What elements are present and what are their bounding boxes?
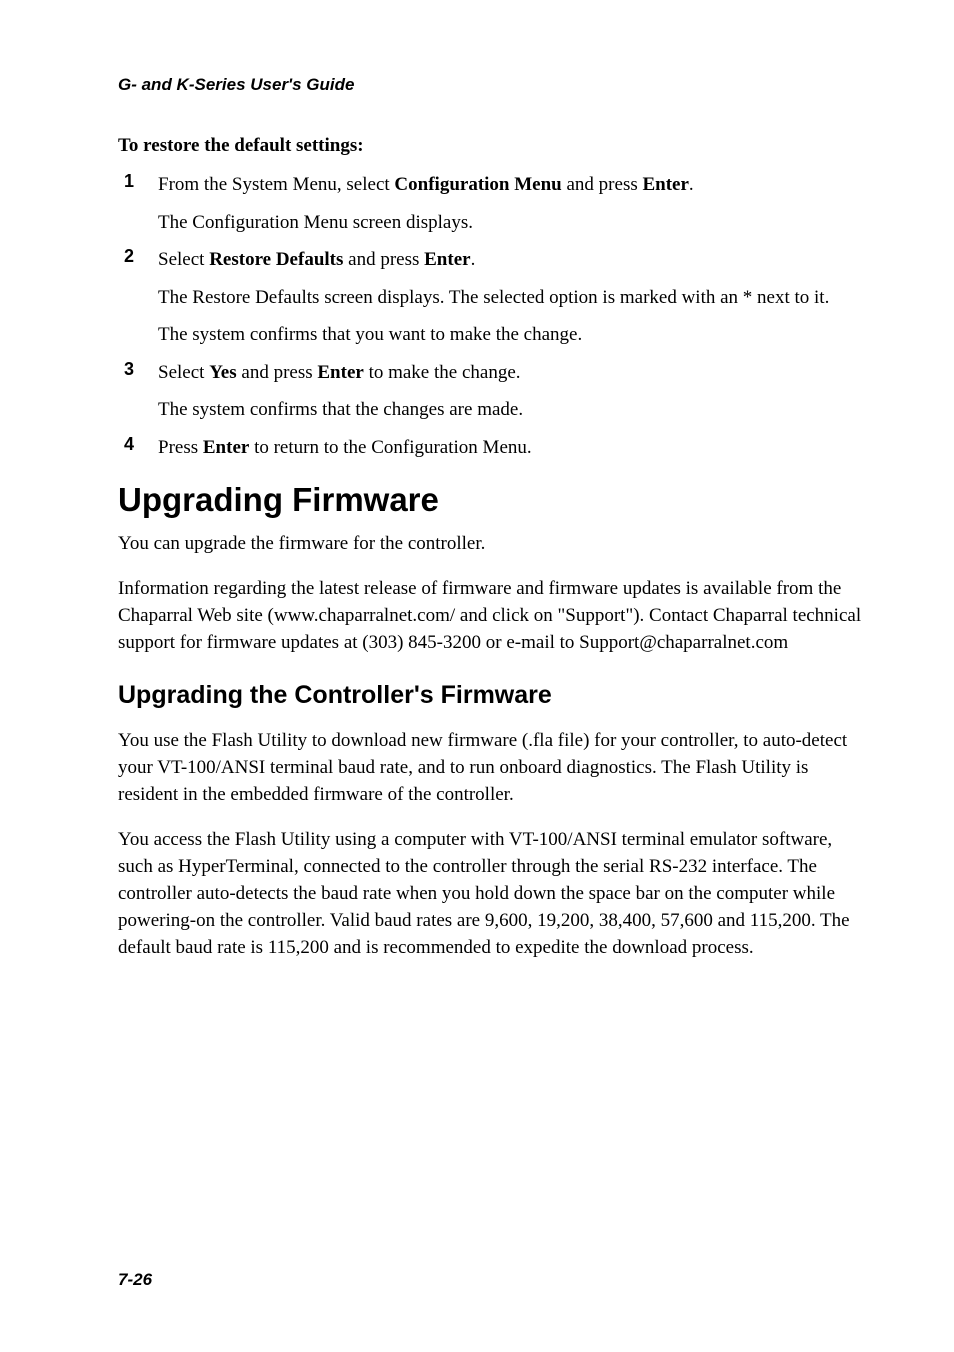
step-list: 1From the System Menu, select Configurat… [118, 171, 869, 461]
step-item: 3Select Yes and press Enter to make the … [118, 359, 869, 424]
step-line: The system confirms that you want to mak… [158, 321, 869, 349]
step-number: 3 [118, 359, 158, 424]
step-item: 1From the System Menu, select Configurat… [118, 171, 869, 236]
page-number: 7-26 [118, 1270, 152, 1290]
document-header: G- and K-Series User's Guide [118, 75, 869, 95]
paragraph-3: You use the Flash Utility to download ne… [118, 728, 869, 809]
step-line: The system confirms that the changes are… [158, 396, 869, 424]
step-item: 2Select Restore Defaults and press Enter… [118, 246, 869, 349]
bold-text: Enter [642, 174, 688, 195]
step-number: 1 [118, 171, 158, 236]
step-content: Select Restore Defaults and press Enter.… [158, 246, 869, 349]
bold-text: Enter [317, 362, 363, 383]
step-line: Select Restore Defaults and press Enter. [158, 246, 869, 274]
bold-text: Enter [424, 249, 470, 270]
step-line: The Configuration Menu screen displays. [158, 209, 869, 237]
section-heading: To restore the default settings: [118, 135, 869, 157]
bold-text: Configuration Menu [394, 174, 561, 195]
step-line: From the System Menu, select Configurati… [158, 171, 869, 199]
step-line: The Restore Defaults screen displays. Th… [158, 284, 869, 312]
step-line: Select Yes and press Enter to make the c… [158, 359, 869, 387]
bold-text: Enter [203, 437, 249, 458]
heading-1: Upgrading Firmware [118, 481, 869, 519]
heading-2: Upgrading the Controller's Firmware [118, 681, 869, 710]
bold-text: Yes [209, 362, 236, 383]
step-content: Press Enter to return to the Configurati… [158, 434, 869, 462]
step-number: 4 [118, 434, 158, 462]
step-line: Press Enter to return to the Configurati… [158, 434, 869, 462]
step-number: 2 [118, 246, 158, 349]
step-item: 4Press Enter to return to the Configurat… [118, 434, 869, 462]
bold-text: Restore Defaults [209, 249, 343, 270]
step-content: From the System Menu, select Configurati… [158, 171, 869, 236]
step-content: Select Yes and press Enter to make the c… [158, 359, 869, 424]
paragraph-1: You can upgrade the firmware for the con… [118, 531, 869, 558]
paragraph-4: You access the Flash Utility using a com… [118, 827, 869, 962]
paragraph-2: Information regarding the latest release… [118, 576, 869, 657]
